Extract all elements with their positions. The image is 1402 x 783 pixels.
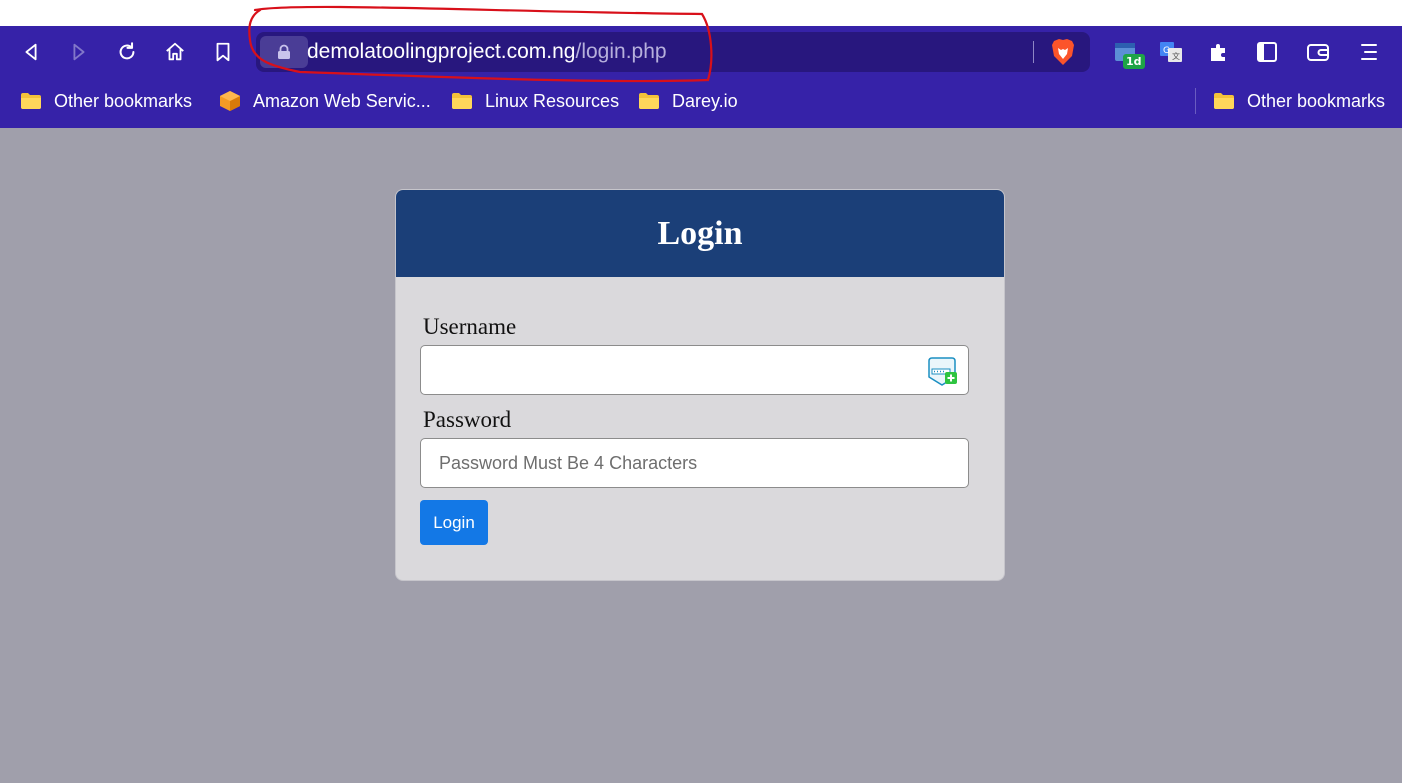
bookmark-linux-resources[interactable]: Linux Resources <box>451 88 619 114</box>
login-button[interactable]: Login <box>420 500 488 545</box>
url-path: /login.php <box>575 40 667 63</box>
back-arrow-icon <box>25 43 37 61</box>
sidebar-icon <box>1257 42 1277 62</box>
svg-text:G: G <box>1163 46 1170 56</box>
address-bar[interactable]: demolatoolingproject.com.ng/login.php <box>256 32 1090 72</box>
back-button[interactable] <box>15 36 47 68</box>
bookmark-icon <box>216 42 230 62</box>
bookmark-darey-io[interactable]: Darey.io <box>638 88 738 114</box>
url-text[interactable]: demolatoolingproject.com.ng/login.php <box>307 40 667 64</box>
bookmark-label: Linux Resources <box>485 90 620 111</box>
aws-cube-icon <box>220 91 240 111</box>
menu-icon <box>1361 44 1377 60</box>
menu-button[interactable] <box>1353 36 1385 68</box>
forward-button[interactable] <box>63 36 95 68</box>
bookmark-other-bookmarks[interactable]: Other bookmarks <box>20 88 192 114</box>
svg-text:文: 文 <box>1172 51 1180 61</box>
bookmark-label: Other bookmarks <box>54 90 193 111</box>
calendar-badge: 1d <box>1123 54 1145 69</box>
login-card: Login Username Password Login <box>395 189 1005 581</box>
bookmark-button[interactable] <box>207 36 239 68</box>
folder-icon <box>1214 93 1234 109</box>
bookmark-label: Other bookmarks <box>1247 90 1386 111</box>
brave-shields-button[interactable] <box>1048 37 1078 67</box>
reload-button[interactable] <box>111 36 143 68</box>
password-field-wrapper <box>420 438 969 488</box>
lock-icon <box>278 44 290 59</box>
folder-icon <box>21 93 41 109</box>
username-label: Username <box>423 314 517 339</box>
window-top-strip <box>0 0 1402 26</box>
login-card-header: Login <box>396 190 1004 277</box>
folder-icon <box>452 93 472 109</box>
calendar-extension[interactable]: 1d <box>1109 36 1145 69</box>
wallet-icon <box>1307 44 1329 61</box>
google-translate-icon: G文 <box>1160 42 1182 62</box>
home-icon <box>166 42 184 61</box>
username-input[interactable] <box>421 346 968 394</box>
username-field-wrapper <box>420 345 969 395</box>
forward-arrow-icon <box>73 43 85 61</box>
password-manager-icon[interactable] <box>926 355 958 387</box>
bookmark-amazon-web-services[interactable]: Amazon Web Servic... <box>219 88 431 114</box>
bookmarks-bar: Other bookmarks Amazon Web Servic... Lin… <box>0 78 1402 128</box>
login-title: Login <box>657 214 743 252</box>
password-input[interactable] <box>421 439 968 487</box>
translate-extension[interactable]: G文 <box>1155 36 1187 68</box>
home-button[interactable] <box>159 36 191 68</box>
bookmark-label: Darey.io <box>672 90 738 111</box>
browser-toolbar: demolatoolingproject.com.ng/login.php 1d… <box>0 26 1402 78</box>
site-info-button[interactable] <box>260 36 308 68</box>
brave-lion-icon <box>1052 39 1074 65</box>
bookmarks-separator <box>1195 88 1196 114</box>
url-host: demolatoolingproject.com.ng <box>307 40 576 63</box>
password-label: Password <box>423 407 512 432</box>
url-divider <box>1033 41 1034 63</box>
wallet-button[interactable] <box>1302 36 1334 68</box>
extensions-button[interactable] <box>1203 36 1235 68</box>
bookmark-other-bookmarks-right[interactable]: Other bookmarks <box>1213 88 1385 114</box>
reload-icon <box>119 42 135 60</box>
bookmark-label: Amazon Web Servic... <box>253 90 431 111</box>
sidebar-button[interactable] <box>1251 36 1283 68</box>
extensions-puzzle-icon <box>1211 44 1225 61</box>
folder-icon <box>639 93 659 109</box>
